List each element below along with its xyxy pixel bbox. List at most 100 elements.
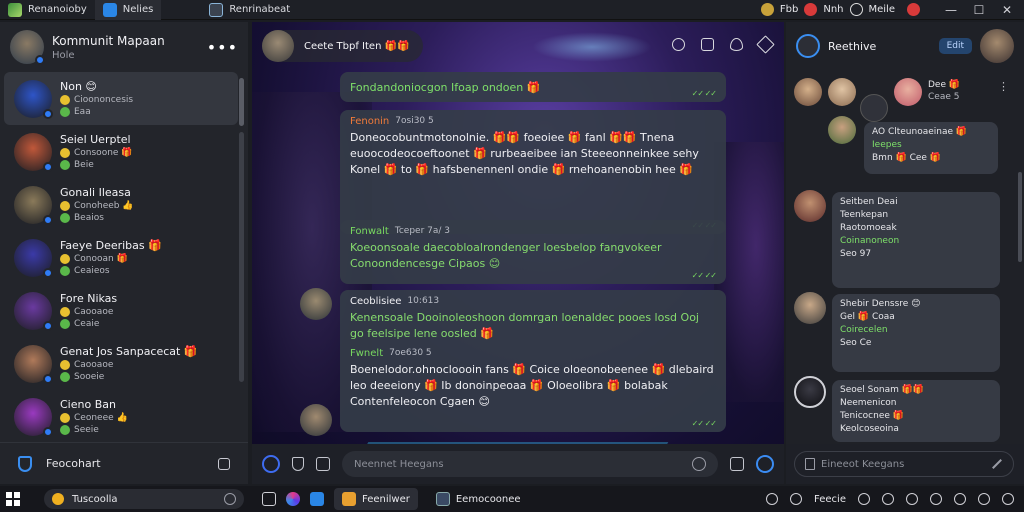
close-icon[interactable] [224,493,236,505]
taskbar-app-2[interactable]: Eemocoonee [428,488,529,510]
participant-avatar[interactable] [794,190,826,222]
participant-avatar[interactable] [794,376,826,408]
alert-icon[interactable] [804,3,818,16]
volume-icon[interactable] [930,493,942,505]
right-message-line: Coirecelen [840,325,888,335]
message-time: 7oe630 5 [389,348,432,358]
more-vertical-icon[interactable]: ⋮ [998,80,1009,93]
scrollbar-thumb[interactable] [239,78,244,126]
task-view-icon[interactable] [262,492,276,506]
app-title-tab[interactable]: Renanoioby [0,0,95,20]
minimize-button[interactable]: — [940,3,962,17]
tab-nelies[interactable]: Nelies [94,0,162,20]
clock-icon[interactable] [978,493,990,505]
conversation-item[interactable]: Cieno Ban Ceoneee 👍 Seeie [4,390,238,443]
message-avatar[interactable] [300,288,332,320]
message-input[interactable]: Neennet Heegans [342,451,718,477]
conversation-status-text: Ceaie [74,319,100,329]
conversation-preview: Caooaoe [60,360,198,370]
conversation-item[interactable]: Genat Jos Sanpacecat 🎁 Caooaoe Sooeie [4,337,238,390]
eye-icon[interactable] [730,38,743,51]
sticker-icon[interactable] [730,457,744,471]
conversation-item[interactable]: Faeye Deeribas 🎁 Conooan 🎁 Ceaieos [4,231,238,284]
maximize-button[interactable]: ☐ [968,3,990,17]
sidebar-subtitle: Hole [52,49,75,61]
scrollbar-thumb[interactable] [1018,172,1022,262]
settings-icon[interactable] [766,493,779,505]
send-icon[interactable] [756,455,774,473]
chat-avatar[interactable] [262,30,294,62]
chat-message[interactable]: Fenonin 7osi30 5 Doneocobuntmotonolnie. … [340,110,726,234]
browser-icon[interactable] [286,492,300,506]
taskbar-app-1[interactable]: Feenilwer [334,488,418,510]
battery-icon[interactable] [954,493,966,505]
circle-icon[interactable] [849,3,863,16]
tab-label: Nelies [122,4,154,15]
status-icon [60,107,70,117]
participant-avatar[interactable] [860,94,888,122]
right-message-line: Raotomoeak [840,223,897,233]
title-bar-tray: Fbb Nnh Meile — ☐ ✕ [760,0,1024,20]
participant-avatar[interactable] [828,116,856,144]
edit-icon[interactable] [992,459,1002,469]
message-avatar[interactable] [300,404,332,436]
keyboard-icon[interactable] [906,493,918,505]
window-icon [209,2,224,17]
notification-icon[interactable] [907,3,920,16]
message-meta: Ceoblisiee 10:613 [350,296,716,307]
chat-message[interactable]: Fonwalt Tceper 7a/ 3 Koeoonsoale daecobl… [340,220,726,284]
chat-header[interactable]: Ceete Tbpf Iten 🎁🎁 [262,30,424,62]
tab-label: Renrinabeat [229,4,291,15]
windows-start-icon[interactable] [6,492,20,506]
conversation-avatar [14,397,53,437]
message-sender: Fonwalt [350,226,389,237]
network-icon[interactable] [882,493,894,505]
files-icon[interactable] [310,492,324,506]
emoji-icon[interactable] [672,38,685,51]
message-text: Boenelodor.ohnocloooin fans 🎁 Coice oloe… [350,363,714,408]
more-icon[interactable]: ••• [207,38,238,57]
microphone-icon[interactable] [692,457,706,471]
participant-avatar[interactable] [794,292,826,324]
right-message[interactable]: AO Clteunoaeinae 🎁 Ieepes Bmn 🎁 Cee 🎁 [864,122,998,174]
sidebar-footer[interactable]: Feocohart [0,442,248,484]
edit-button[interactable]: Edit [938,38,972,54]
conversation-item[interactable]: Non 😊 Cioononcesis Eaa [4,72,238,125]
file-icon[interactable] [316,457,330,471]
chevron-icon[interactable] [858,493,870,505]
right-message-line: Bmn 🎁 Cee 🎁 [872,153,941,163]
github-icon[interactable] [790,493,803,505]
scrollbar-track[interactable] [239,132,244,382]
notifications-icon[interactable] [1002,493,1014,505]
close-button[interactable]: ✕ [996,3,1018,17]
right-message[interactable]: Seitben Deai Teenkepan Raotomoeak Coinan… [832,192,1000,288]
right-panel-avatar[interactable] [980,29,1014,63]
pin-icon[interactable] [760,3,774,16]
right-message[interactable]: Seoel Sonam 🎁🎁 Neemenicon Tenicocnee 🎁 K… [832,380,1000,442]
expand-icon[interactable] [756,35,775,54]
conversation-list: Non 😊 Cioononcesis Eaa Seiel Uerptel Consoon… [0,72,248,443]
conversation-item[interactable]: Seiel Uerptel Consoone 🎁 Beie [4,125,238,178]
right-panel: Reethive Edit Dee 🎁 Ceae 5 ⋮ AO Clteunoa… [786,22,1024,484]
attach-icon[interactable] [262,455,280,473]
conversation-item[interactable]: Gonali Ileasa Conoheeb 👍 Beaios [4,178,238,231]
participant-avatar[interactable] [894,78,922,106]
message-text: Kenensoale Dooinoleoshoon domrgan loenal… [350,311,699,340]
window-icon[interactable] [701,38,714,51]
background-light [532,32,652,62]
conversation-status: Ceaie [60,319,117,329]
chat-message[interactable]: Ceoblisiee 10:613 Kenensoale Dooinoleosh… [340,290,726,432]
reaction-icon [60,413,70,423]
profile-avatar[interactable] [10,30,45,65]
right-message[interactable]: Shebir Denssre 😊 Gel 🎁 Coaa Coirecelen S… [832,294,1000,372]
compose-icon[interactable] [218,457,230,470]
conversation-item[interactable]: Fore Nikas Caooaoe Ceaie [4,284,238,337]
participant-avatar[interactable] [794,78,822,106]
pin-icon[interactable] [292,457,304,471]
right-message-title: Shebir Denssre 😊 [840,299,921,309]
tab-renrinabeat[interactable]: Renrinabeat [201,0,298,20]
participant-avatar[interactable] [828,78,856,106]
taskbar-search[interactable]: Tuscoolla [44,489,244,509]
right-message-input[interactable]: Eineeot Keegans [794,451,1014,477]
tray-label-1: Fbb [779,4,799,15]
